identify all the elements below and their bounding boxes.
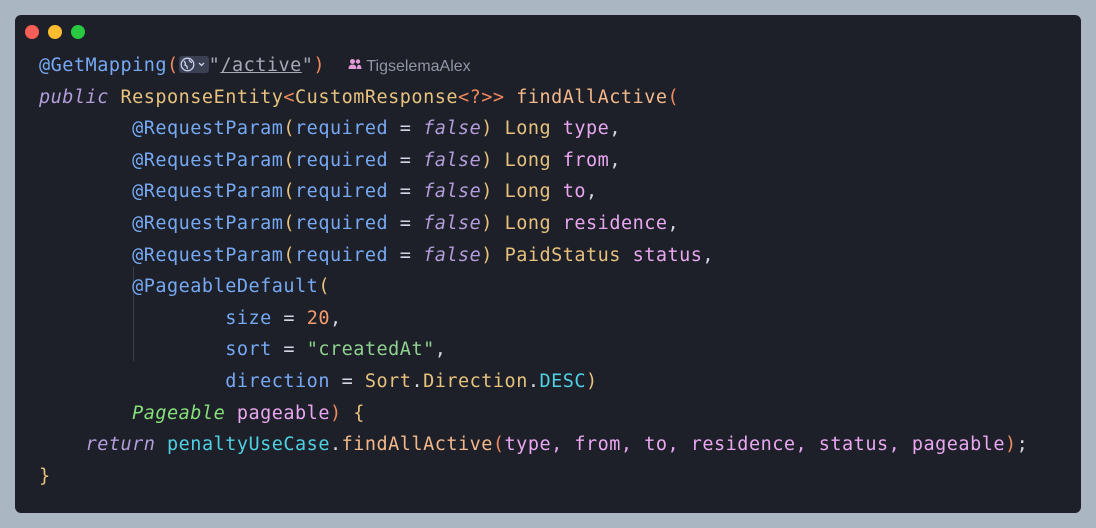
code-line-param: @RequestParam(required = false) Long res… [132, 212, 680, 234]
code-line-param: @RequestParam(required = false) PaidStat… [132, 244, 715, 266]
window-controls [25, 25, 85, 39]
close-dot[interactable] [25, 25, 39, 39]
maximize-dot[interactable] [71, 25, 85, 39]
code-line-1: @GetMapping("/active") TigselemaAlex [39, 50, 1028, 82]
minimize-dot[interactable] [48, 25, 62, 39]
code-line-param: @RequestParam(required = false) Long fro… [132, 149, 621, 171]
users-icon [348, 50, 362, 82]
code-line-2: public ResponseEntity<CustomResponse<?>>… [39, 86, 680, 108]
code-line-close: } [39, 465, 51, 487]
code-line-return: return penaltyUseCase.findAllActive(type… [85, 434, 1029, 456]
code-line-pageable: Pageable pageable) { [132, 402, 365, 424]
code-line-pageable-default: @PageableDefault( [132, 276, 330, 298]
code-line-size: size = 20, [225, 307, 342, 329]
code-line-param: @RequestParam(required = false) Long typ… [132, 118, 621, 140]
endpoint-url[interactable]: /active [220, 55, 301, 76]
code-line-direction: direction = Sort.Direction.DESC) [225, 370, 598, 392]
globe-icon[interactable] [178, 55, 209, 73]
code-block: @GetMapping("/active") TigselemaAlex pub… [39, 50, 1028, 492]
get-mapping-annotation: @GetMapping [39, 55, 168, 76]
method-name[interactable]: findAllActive [516, 87, 667, 108]
author-info[interactable]: TigselemaAlex [348, 58, 471, 75]
code-line-sort: sort = "createdAt", [225, 339, 447, 361]
code-window: @GetMapping("/active") TigselemaAlex pub… [15, 15, 1081, 513]
author-name: TigselemaAlex [366, 58, 471, 75]
code-line-param: @RequestParam(required = false) Long to, [132, 181, 598, 203]
